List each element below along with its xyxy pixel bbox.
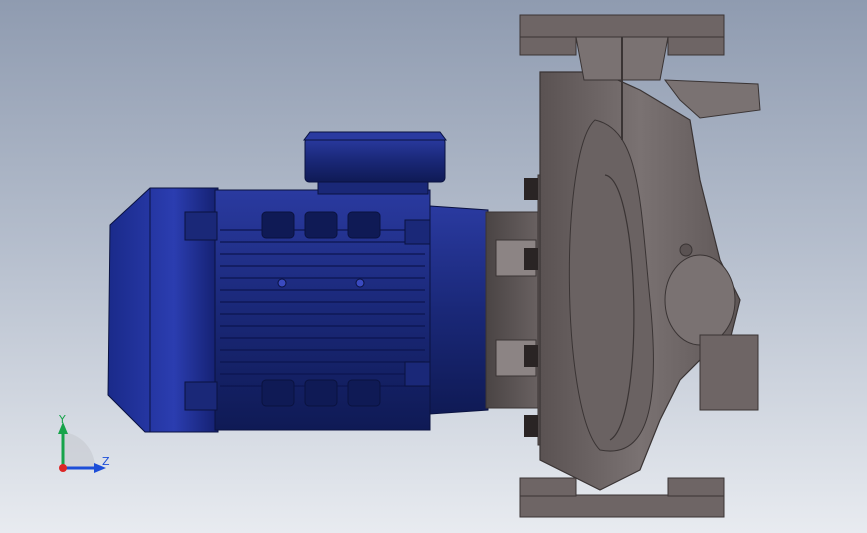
axis-triad: Y Z [50, 410, 120, 480]
pump-foot [699, 334, 759, 411]
pump-model[interactable] [0, 0, 867, 533]
y-axis-label: Y [59, 413, 66, 426]
3d-viewport[interactable]: Y Z [0, 0, 867, 533]
suction-flange [519, 477, 725, 518]
motor-flange [429, 205, 489, 415]
pump-bracket [485, 211, 541, 409]
motor-body [184, 189, 446, 431]
terminal-box [303, 131, 447, 195]
pump-casing [539, 71, 741, 491]
side-nozzle [663, 79, 761, 119]
z-axis-label: Z [102, 455, 110, 468]
